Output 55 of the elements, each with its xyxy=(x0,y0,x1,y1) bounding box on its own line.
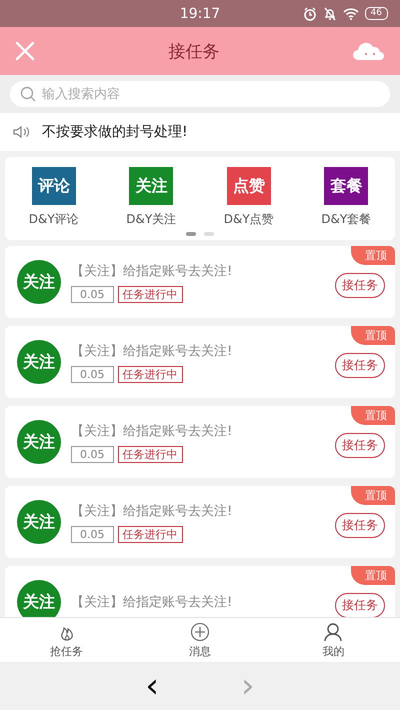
search-icon xyxy=(20,86,36,102)
category-icon[interactable]: 评论 xyxy=(32,167,76,205)
task-logo: 关注 xyxy=(17,260,61,304)
price-tag: 0.05 xyxy=(71,446,114,462)
task-title: 【关注】给指定账号去关注! xyxy=(71,594,234,611)
accept-task-button[interactable]: 接任务 xyxy=(335,272,385,298)
status-tag: 任务进行中 xyxy=(118,446,182,462)
back-button[interactable]: ‹ xyxy=(139,671,165,701)
pinned-badge: 置顶 xyxy=(351,406,395,425)
page-title: 接任务 xyxy=(168,40,220,62)
tab-label[interactable]: 我的 xyxy=(322,644,344,658)
category-label[interactable]: D&Y点赞 xyxy=(224,211,274,228)
search-field[interactable]: 输入搜索内容 xyxy=(10,81,390,107)
task-title: 【关注】给指定账号去关注! xyxy=(71,342,234,360)
status-tag: 任务进行中 xyxy=(118,526,182,542)
cloud-icon xyxy=(352,40,386,62)
notice-text: 不按要求做的封号处理! xyxy=(42,123,188,141)
price-tag: 0.05 xyxy=(71,286,114,302)
category-icon[interactable]: 点赞 xyxy=(226,167,271,205)
category-icon[interactable]: 关注 xyxy=(129,167,174,205)
task-logo: 关注 xyxy=(17,340,61,384)
clock-time: 19:17 xyxy=(178,6,222,22)
accept-task-button[interactable]: 接任务 xyxy=(335,432,385,458)
speaker-icon xyxy=(12,124,32,140)
task-logo: 关注 xyxy=(17,580,61,617)
pinned-badge: 置顶 xyxy=(351,566,395,585)
category-label[interactable]: D&Y评论 xyxy=(28,211,79,228)
accept-task-button[interactable]: 接任务 xyxy=(335,352,385,378)
pinned-badge: 置顶 xyxy=(351,246,395,265)
battery-level: 46 xyxy=(364,7,388,20)
task-logo: 关注 xyxy=(17,420,61,464)
category-label[interactable]: D&Y套餐 xyxy=(321,211,372,228)
accept-task-button[interactable]: 接任务 xyxy=(335,592,385,617)
tab-label[interactable]: 抢任务 xyxy=(50,644,84,658)
alarm-icon xyxy=(302,6,317,20)
task-title: 【关注】给指定账号去关注! xyxy=(71,502,234,520)
price-tag: 0.05 xyxy=(71,526,114,542)
wifi-icon xyxy=(342,7,359,20)
price-tag: 0.05 xyxy=(71,366,114,382)
pinned-badge: 置顶 xyxy=(351,326,395,345)
close-icon xyxy=(14,40,36,62)
category-label[interactable]: D&Y关注 xyxy=(126,211,176,228)
plus-icon xyxy=(190,622,210,642)
accept-task-button[interactable]: 接任务 xyxy=(335,512,385,538)
muted-bell-icon xyxy=(322,6,337,20)
pinned-badge: 置顶 xyxy=(351,486,395,505)
person-icon xyxy=(323,622,344,642)
page-indicator[interactable] xyxy=(186,232,196,236)
task-logo: 关注 xyxy=(17,500,61,544)
category-icon[interactable]: 套餐 xyxy=(324,167,368,205)
status-tag: 任务进行中 xyxy=(118,286,182,302)
status-tag: 任务进行中 xyxy=(118,366,182,382)
task-title: 【关注】给指定账号去关注! xyxy=(71,422,234,440)
tab-label[interactable]: 消息 xyxy=(188,644,211,658)
task-title: 【关注】给指定账号去关注! xyxy=(71,262,234,280)
